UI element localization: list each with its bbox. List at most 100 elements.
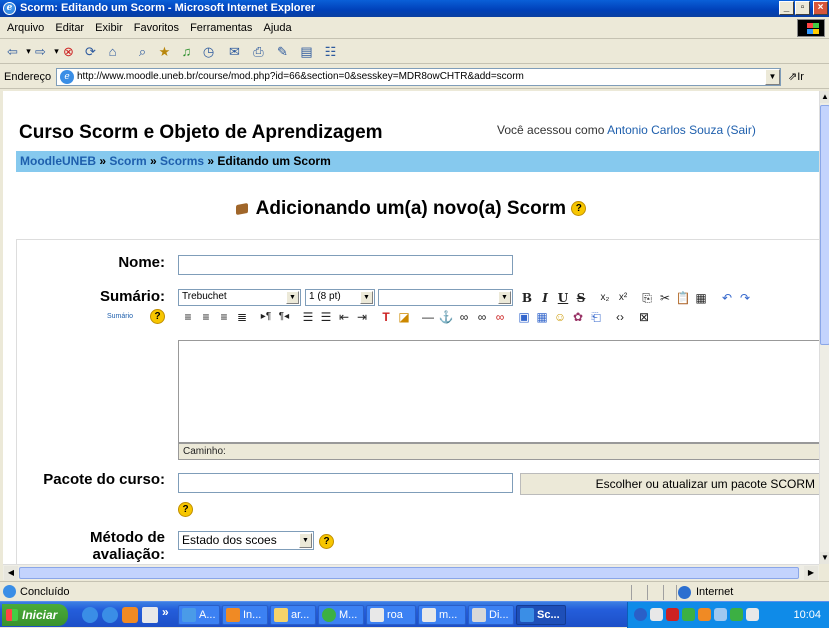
- package-help-icon[interactable]: ?: [178, 502, 193, 517]
- summary-help-link[interactable]: Sumário: [107, 313, 133, 320]
- summary-editor[interactable]: [178, 340, 819, 443]
- close-button[interactable]: ×: [813, 1, 828, 15]
- fullscreen-icon[interactable]: ⊠: [636, 309, 652, 325]
- nolink-icon[interactable]: ∞: [492, 309, 508, 325]
- superscript-icon[interactable]: x²: [615, 290, 631, 306]
- quicklaunch-more-icon[interactable]: »: [162, 605, 169, 619]
- cut-icon[interactable]: ✂: [657, 290, 673, 306]
- horizontal-scrollbar[interactable]: ◀ ▶: [3, 564, 819, 580]
- sync-icon[interactable]: [730, 608, 743, 621]
- task-button[interactable]: roa: [366, 605, 416, 625]
- messenger-icon[interactable]: ☷: [322, 43, 339, 60]
- ie-quicklaunch-icon[interactable]: [102, 607, 118, 623]
- menu-favoritos[interactable]: Favoritos: [134, 22, 179, 34]
- paste-icon[interactable]: 📋: [675, 290, 691, 306]
- scroll-up-icon[interactable]: ▲: [820, 91, 829, 103]
- minimize-button[interactable]: _: [779, 1, 794, 15]
- edit-icon[interactable]: ✎: [274, 43, 291, 60]
- app-quicklaunch-icon[interactable]: [122, 607, 138, 623]
- rtl-icon[interactable]: ¶◂: [276, 309, 292, 325]
- menu-exibir[interactable]: Exibir: [95, 22, 123, 34]
- choose-package-button[interactable]: Escolher ou atualizar um pacote SCORM: [520, 473, 819, 495]
- task-button[interactable]: ar...: [270, 605, 316, 625]
- back-icon[interactable]: ⇦: [4, 43, 21, 60]
- align-center-icon[interactable]: ≡: [198, 309, 214, 325]
- shield-icon[interactable]: [666, 608, 679, 621]
- mail-icon[interactable]: [746, 608, 759, 621]
- mail-icon[interactable]: ✉: [226, 43, 243, 60]
- discuss-icon[interactable]: ▤: [298, 43, 315, 60]
- tray-app-icon[interactable]: [714, 608, 727, 621]
- bold-icon[interactable]: B: [519, 290, 535, 306]
- task-button-active[interactable]: Sc...: [516, 605, 566, 625]
- copy-icon[interactable]: ⎘: [639, 290, 655, 306]
- maximize-button[interactable]: ▫: [795, 1, 810, 15]
- help-icon[interactable]: ?: [571, 201, 587, 217]
- font-family-select[interactable]: Trebuchet ▼: [178, 289, 301, 306]
- user-link[interactable]: Antonio Carlos Souza: [607, 123, 723, 137]
- unordered-list-icon[interactable]: ☰: [318, 309, 334, 325]
- horizontal-scroll-thumb[interactable]: [19, 567, 799, 579]
- name-input[interactable]: [178, 255, 513, 275]
- media-icon[interactable]: ♫: [178, 43, 195, 60]
- logout-link[interactable]: (Sair): [727, 123, 756, 137]
- go-button[interactable]: ⇗Ir: [788, 65, 804, 89]
- people-icon[interactable]: [698, 608, 711, 621]
- breadcrumb-course[interactable]: Scorm: [109, 154, 146, 168]
- html-source-icon[interactable]: ‹›: [612, 309, 628, 325]
- favorites-icon[interactable]: ★: [156, 43, 173, 60]
- print-icon[interactable]: ⎙: [250, 43, 267, 60]
- refresh-icon[interactable]: ⟳: [82, 43, 99, 60]
- outdent-icon[interactable]: ⇤: [336, 309, 352, 325]
- redo-icon[interactable]: ↷: [737, 290, 753, 306]
- breadcrumb-module[interactable]: Scorms: [160, 154, 204, 168]
- network-icon[interactable]: [634, 608, 647, 621]
- search-replace-icon[interactable]: ⎗: [588, 309, 604, 325]
- background-color-icon[interactable]: ◪: [396, 309, 412, 325]
- stop-icon[interactable]: ⊗: [60, 43, 77, 60]
- grading-method-help-icon[interactable]: ?: [319, 534, 334, 549]
- task-button[interactable]: M...: [318, 605, 364, 625]
- vertical-scroll-thumb[interactable]: [820, 105, 829, 345]
- undo-icon[interactable]: ↶: [719, 290, 735, 306]
- volume-icon[interactable]: [650, 608, 663, 621]
- task-button[interactable]: A...: [178, 605, 220, 625]
- smiley-icon[interactable]: ☺: [552, 309, 568, 325]
- history-icon[interactable]: ◷: [200, 43, 217, 60]
- grading-method-select[interactable]: Estado dos scoes ▼: [178, 531, 314, 550]
- messenger-icon[interactable]: [682, 608, 695, 621]
- menu-editar[interactable]: Editar: [55, 22, 84, 34]
- strikethrough-icon[interactable]: S: [573, 290, 589, 306]
- task-button[interactable]: m...: [418, 605, 466, 625]
- align-left-icon[interactable]: ≡: [180, 309, 196, 325]
- table-icon[interactable]: ▦: [534, 309, 550, 325]
- indent-icon[interactable]: ⇥: [354, 309, 370, 325]
- scroll-left-icon[interactable]: ◀: [4, 566, 18, 580]
- align-right-icon[interactable]: ≡: [216, 309, 232, 325]
- menu-ferramentas[interactable]: Ferramentas: [190, 22, 252, 34]
- font-style-select[interactable]: ▼: [378, 289, 513, 306]
- breadcrumb-home[interactable]: MoodleUNEB: [20, 154, 96, 168]
- special-char-icon[interactable]: ✿: [570, 309, 586, 325]
- horizontal-rule-icon[interactable]: —: [420, 309, 436, 325]
- address-input[interactable]: e http://www.moodle.uneb.br/course/mod.p…: [56, 68, 781, 86]
- justify-icon[interactable]: ≣: [234, 309, 250, 325]
- scroll-right-icon[interactable]: ▶: [804, 566, 818, 580]
- home-icon[interactable]: ⌂: [104, 43, 121, 60]
- address-dropdown-icon[interactable]: ▼: [765, 69, 780, 85]
- anchor-icon[interactable]: ⚓: [438, 309, 454, 325]
- summary-help-icon[interactable]: ?: [150, 309, 165, 324]
- notes-quicklaunch-icon[interactable]: [142, 607, 158, 623]
- link-icon[interactable]: ∞: [456, 309, 472, 325]
- ltr-icon[interactable]: ▸¶: [258, 309, 274, 325]
- ie-quicklaunch-icon[interactable]: [82, 607, 98, 623]
- forward-icon[interactable]: ⇨: [32, 43, 49, 60]
- menu-ajuda[interactable]: Ajuda: [263, 22, 291, 34]
- italic-icon[interactable]: I: [537, 290, 553, 306]
- scroll-down-icon[interactable]: ▼: [820, 552, 829, 564]
- start-button[interactable]: Iniciar: [2, 604, 68, 626]
- underline-icon[interactable]: U: [555, 290, 571, 306]
- search-icon[interactable]: ⌕: [134, 43, 151, 60]
- paste-word-icon[interactable]: ▦: [693, 290, 709, 306]
- ordered-list-icon[interactable]: ☰: [300, 309, 316, 325]
